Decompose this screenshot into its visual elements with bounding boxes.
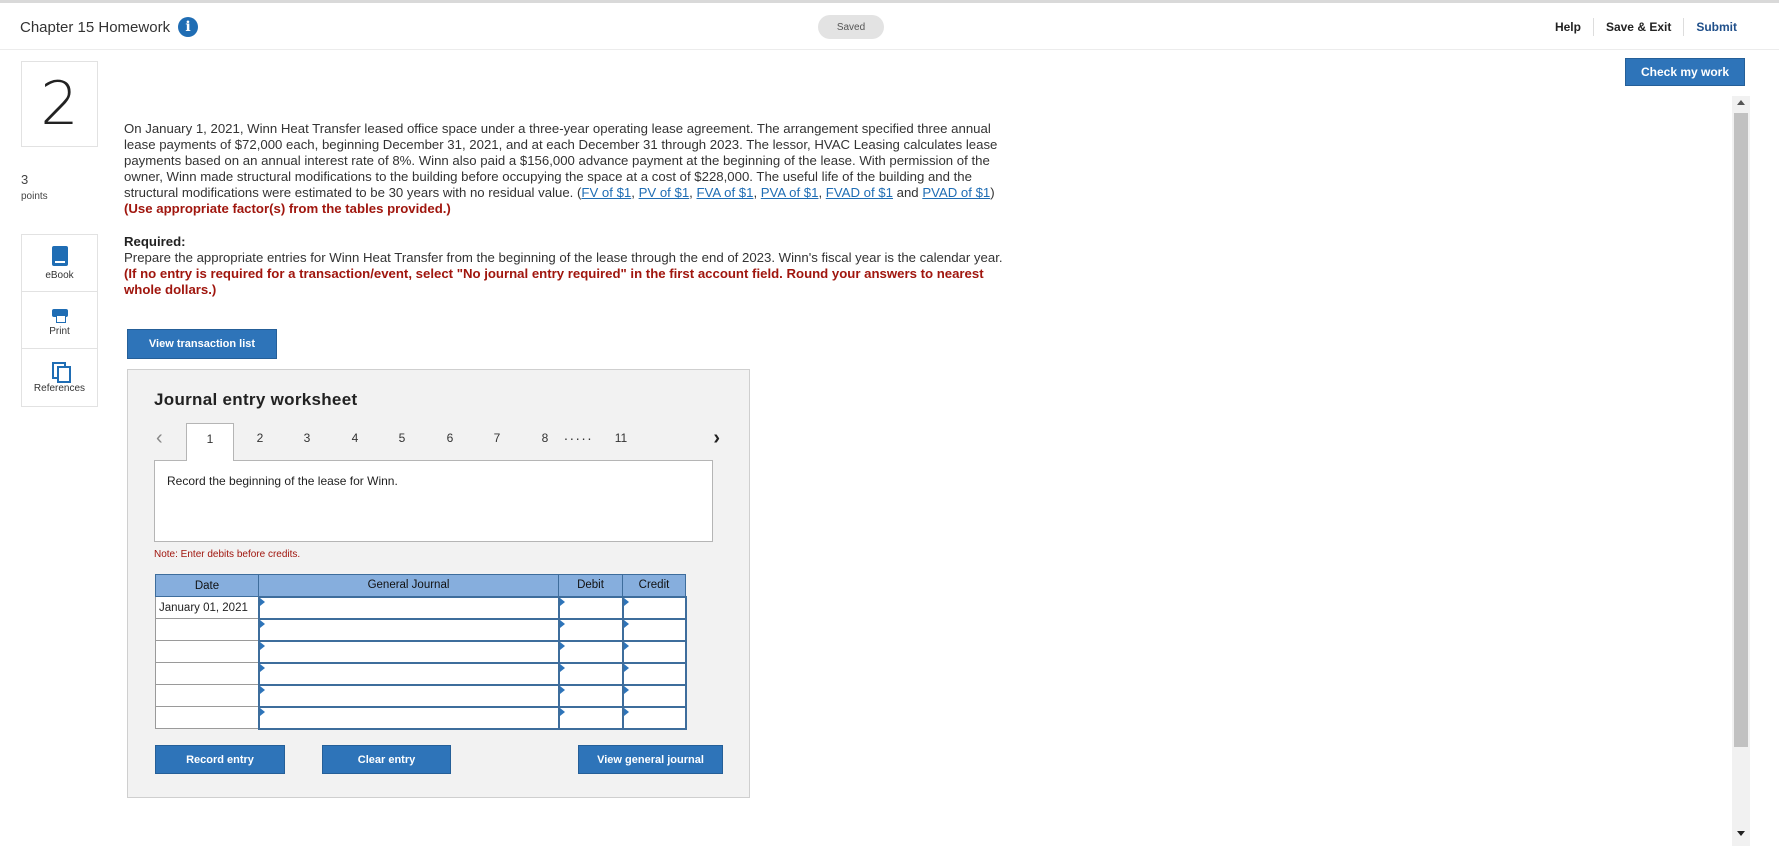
points-value: 3 xyxy=(21,172,29,187)
table-row xyxy=(155,661,687,686)
tab-8[interactable]: 8 xyxy=(535,431,555,445)
date-cell xyxy=(155,618,259,641)
ebook-label: eBook xyxy=(45,269,74,281)
print-button[interactable]: Print xyxy=(22,292,97,349)
worksheet-title: Journal entry worksheet xyxy=(154,390,358,409)
debit-input[interactable] xyxy=(557,683,624,708)
account-select[interactable] xyxy=(257,705,560,730)
fvad-table-link[interactable]: FVAD of $1 xyxy=(826,185,893,200)
saved-status-badge: Saved xyxy=(818,15,884,39)
credit-input[interactable] xyxy=(621,661,687,686)
date-cell xyxy=(155,662,259,685)
top-links: Help Save & Exit Submit xyxy=(1543,18,1749,36)
tab-ellipsis: ..... xyxy=(564,427,594,443)
pv-table-link[interactable]: PV of $1 xyxy=(639,185,690,200)
worksheet-tabs: ‹ 1 2 3 4 5 6 7 8 ..... 11 › xyxy=(154,423,720,461)
scroll-down-icon[interactable] xyxy=(1737,831,1745,836)
print-icon xyxy=(51,304,69,323)
account-select[interactable] xyxy=(257,639,560,664)
tab-4[interactable]: 4 xyxy=(345,431,365,445)
tab-3[interactable]: 3 xyxy=(297,431,317,445)
entry-description: Record the beginning of the lease for Wi… xyxy=(154,460,713,542)
submit-link[interactable]: Submit xyxy=(1684,20,1749,34)
credit-input[interactable] xyxy=(621,595,687,620)
references-label: References xyxy=(33,383,86,394)
close-paren: ) xyxy=(990,185,995,200)
debits-credits-note: Note: Enter debits before credits. xyxy=(154,549,301,560)
credit-input[interactable] xyxy=(621,617,687,642)
account-select[interactable] xyxy=(257,683,560,708)
date-cell xyxy=(155,706,259,729)
account-select[interactable] xyxy=(257,661,560,686)
view-general-journal-button[interactable]: View general journal xyxy=(578,745,723,774)
fv-table-link[interactable]: FV of $1 xyxy=(581,185,631,200)
required-text: Prepare the appropriate entries for Winn… xyxy=(124,250,1003,265)
debit-input[interactable] xyxy=(557,661,624,686)
question-number: 2 xyxy=(21,61,98,147)
credit-input[interactable] xyxy=(621,639,687,664)
fva-table-link[interactable]: FVA of $1 xyxy=(697,185,754,200)
scroll-up-icon[interactable] xyxy=(1737,100,1745,105)
tab-6[interactable]: 6 xyxy=(440,431,460,445)
credit-input[interactable] xyxy=(621,683,687,708)
tab-11[interactable]: 11 xyxy=(611,431,631,445)
required-heading: Required: xyxy=(124,234,186,249)
tab-2[interactable]: 2 xyxy=(250,431,270,445)
pvad-table-link[interactable]: PVAD of $1 xyxy=(922,185,990,200)
print-label: Print xyxy=(49,325,70,337)
scrollbar[interactable] xyxy=(1732,96,1750,846)
column-header-credit: Credit xyxy=(622,574,686,597)
required-instruction: (If no entry is required for a transacti… xyxy=(124,266,984,297)
references-button[interactable]: References xyxy=(22,349,97,406)
scroll-thumb[interactable] xyxy=(1734,113,1748,747)
references-icon xyxy=(51,361,71,383)
ebook-icon xyxy=(51,245,68,266)
and-text: and xyxy=(892,185,923,200)
table-row xyxy=(155,617,687,642)
journal-table: Date General Journal Debit Credit Januar… xyxy=(155,574,687,730)
top-bar: Chapter 15 Homework i Saved Help Save & … xyxy=(0,0,1779,50)
table-row xyxy=(155,639,687,664)
debit-input[interactable] xyxy=(557,617,624,642)
debit-input[interactable] xyxy=(557,705,624,730)
check-my-work-button[interactable]: Check my work xyxy=(1625,58,1745,86)
ebook-button[interactable]: eBook xyxy=(22,235,97,292)
journal-entry-worksheet: Journal entry worksheet ‹ 1 2 3 4 5 6 7 … xyxy=(127,369,750,798)
next-arrow-icon[interactable]: › xyxy=(713,427,720,450)
tools-panel: eBook Print References xyxy=(21,234,98,407)
table-row xyxy=(155,683,687,708)
view-transaction-list-button[interactable]: View transaction list xyxy=(127,329,277,359)
account-select[interactable] xyxy=(257,617,560,642)
problem-instruction: (Use appropriate factor(s) from the tabl… xyxy=(124,201,451,216)
prev-arrow-icon[interactable]: ‹ xyxy=(156,427,163,450)
problem-text: On January 1, 2021, Winn Heat Transfer l… xyxy=(124,121,998,216)
journal-header-row: Date General Journal Debit Credit xyxy=(155,574,686,597)
clear-entry-button[interactable]: Clear entry xyxy=(322,745,451,774)
tab-7[interactable]: 7 xyxy=(487,431,507,445)
points-label: points xyxy=(21,191,48,202)
points-block: 3 points xyxy=(21,172,48,202)
tab-1[interactable]: 1 xyxy=(186,423,234,461)
date-cell xyxy=(155,640,259,663)
date-cell: January 01, 2021 xyxy=(155,596,259,619)
debit-input[interactable] xyxy=(557,595,624,620)
credit-input[interactable] xyxy=(621,705,687,730)
help-link[interactable]: Help xyxy=(1543,20,1593,34)
info-icon[interactable]: i xyxy=(178,17,199,37)
save-exit-link[interactable]: Save & Exit xyxy=(1594,20,1683,34)
date-cell xyxy=(155,684,259,707)
pva-table-link[interactable]: PVA of $1 xyxy=(761,185,819,200)
debit-input[interactable] xyxy=(557,639,624,664)
required-section: Required: Prepare the appropriate entrie… xyxy=(124,234,1014,298)
account-select[interactable] xyxy=(257,595,560,620)
assignment-title-area: Chapter 15 Homework i xyxy=(20,17,199,37)
assignment-title: Chapter 15 Homework xyxy=(20,18,171,36)
column-header-date: Date xyxy=(155,574,259,597)
record-entry-button[interactable]: Record entry xyxy=(155,745,285,774)
table-row xyxy=(155,705,687,730)
column-header-general-journal: General Journal xyxy=(258,574,559,597)
column-header-debit: Debit xyxy=(558,574,623,597)
table-row: January 01, 2021 xyxy=(155,595,687,620)
tab-5[interactable]: 5 xyxy=(392,431,412,445)
